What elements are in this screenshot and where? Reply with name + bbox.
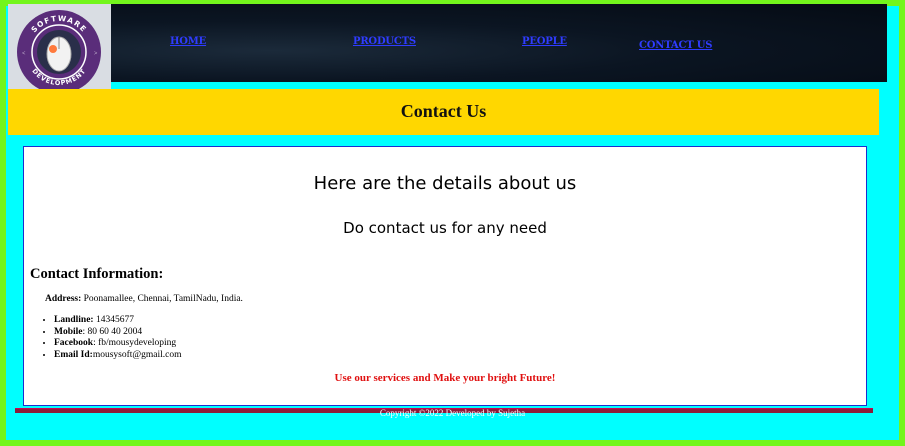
address-value: Poonamallee, Chennai, TamilNadu, India. [81,294,243,304]
facebook-value: : fb/mousydeveloping [93,338,177,348]
mobile-value: : 80 60 40 2004 [82,326,143,337]
mobile-label: Mobile [54,326,83,337]
list-item-mobile: Mobile: 80 60 40 2004 [54,327,182,339]
landline-label: Landline: [54,315,94,325]
tagline: Use our services and Make your bright Fu… [334,372,556,384]
address-label: Address: [45,294,82,304]
landline-value: 14345677 [93,315,134,325]
logo-mouse-icon: SOFTWARE DEVELOPMENT < > [17,10,101,94]
header [8,4,887,82]
footer-copyright: Copyright ©2022 Developed by Sujetha [379,408,526,418]
list-item-facebook: Facebook: fb/mousydeveloping [54,338,182,350]
page-title: Contact Us [400,101,487,121]
nav-people-link[interactable]: PEOPLE [522,36,567,47]
contact-list: Landline: 14345677 Mobile: 80 60 40 2004… [36,315,182,361]
contact-subheading: Do contact us for any need [343,219,547,237]
nav-home-link[interactable]: HOME [170,36,206,47]
contact-info-heading: Contact Information: [30,266,164,282]
list-item-landline: Landline: 14345677 [54,315,182,327]
email-label: Email Id: [54,349,93,360]
nav-contact-link[interactable]: CONTACT US [639,40,712,51]
list-item-email: Email Id:mousysoft@gmail.com [54,350,182,362]
facebook-label: Facebook [54,338,94,348]
title-banner: Contact Us [8,89,879,135]
nav-products-link[interactable]: PRODUCTS [353,36,416,47]
email-value: mousysoft@gmail.com [92,349,182,360]
contact-content: Here are the details about us Do contact… [23,146,867,406]
address-line: Address: Poonamallee, Chennai, TamilNadu… [45,294,243,304]
logo[interactable]: SOFTWARE DEVELOPMENT < > [8,4,111,99]
details-heading: Here are the details about us [313,173,577,194]
